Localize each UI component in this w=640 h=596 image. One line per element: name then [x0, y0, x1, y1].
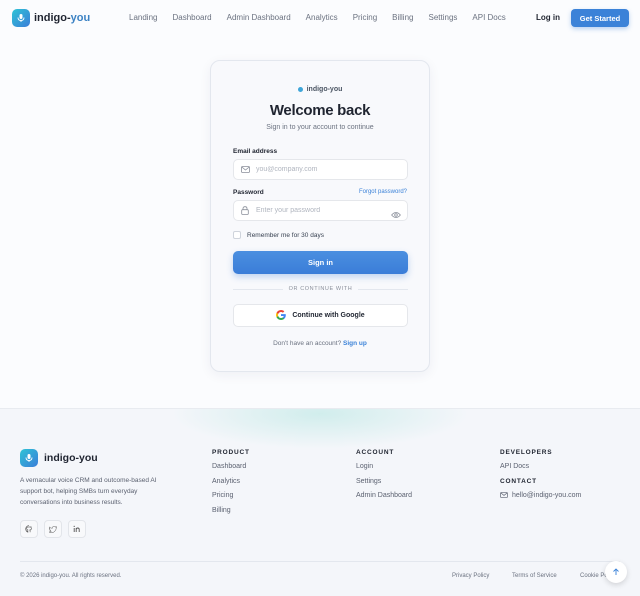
remember-me[interactable]: Remember me for 30 days	[233, 231, 324, 239]
footer-brand[interactable]: indigo-you	[20, 449, 98, 467]
footer-link-admin-dashboard[interactable]: Admin Dashboard	[356, 492, 412, 501]
arrow-up-icon	[612, 568, 620, 576]
lock-icon	[234, 206, 256, 215]
get-started-button[interactable]: Get Started	[571, 9, 629, 27]
footer-glow	[170, 409, 470, 449]
github-icon[interactable]	[20, 520, 38, 538]
top-nav: indigo-you Landing Dashboard Admin Dashb…	[0, 0, 640, 36]
footer-developers-column: DEVELOPERS API Docs CONTACT hello@indigo…	[500, 449, 581, 499]
mic-icon	[12, 9, 30, 27]
password-field[interactable]	[233, 200, 408, 221]
footer-link-settings[interactable]: Settings	[356, 478, 412, 487]
google-label: Continue with Google	[292, 312, 365, 319]
footer-link-api-docs[interactable]: API Docs	[500, 463, 581, 472]
password-input[interactable]	[256, 207, 386, 214]
sign-in-button[interactable]: Sign in	[233, 251, 408, 274]
mail-icon	[234, 166, 256, 173]
nav-settings[interactable]: Settings	[428, 13, 457, 22]
password-label: Password	[233, 189, 264, 196]
main-nav: Landing Dashboard Admin Dashboard Analyt…	[129, 13, 521, 22]
signup-row: Don't have an account? Sign up	[211, 340, 429, 347]
privacy-policy-link[interactable]: Privacy Policy	[452, 573, 489, 579]
brand-logo[interactable]: indigo-you	[12, 9, 90, 27]
contact-email-link[interactable]: hello@indigo-you.com	[500, 492, 581, 499]
linkedin-icon[interactable]	[68, 520, 86, 538]
footer-developers-heading: DEVELOPERS	[500, 449, 553, 456]
footer-link-dashboard[interactable]: Dashboard	[212, 463, 250, 472]
divider-label: OR CONTINUE WITH	[288, 286, 353, 292]
nav-dashboard[interactable]: Dashboard	[172, 13, 211, 22]
nav-api-docs[interactable]: API Docs	[472, 13, 505, 22]
copyright-text: © 2026 indigo-you. All rights reserved.	[20, 573, 122, 579]
footer-link-pricing[interactable]: Pricing	[212, 492, 250, 501]
signup-link[interactable]: Sign up	[343, 340, 367, 347]
google-signin-button[interactable]: Continue with Google	[233, 304, 408, 327]
footer-product-column: PRODUCT Dashboard Analytics Pricing Bill…	[212, 449, 250, 521]
nav-analytics[interactable]: Analytics	[306, 13, 338, 22]
footer-product-heading: PRODUCT	[212, 449, 250, 456]
card-brand-name: indigo-you	[306, 86, 343, 93]
email-label: Email address	[233, 148, 278, 155]
footer-brand-name: indigo-you	[44, 452, 98, 464]
divider-line-left	[233, 288, 283, 290]
mail-icon	[500, 492, 508, 498]
nav-billing[interactable]: Billing	[392, 13, 413, 22]
nav-pricing[interactable]: Pricing	[353, 13, 377, 22]
email-field[interactable]	[233, 159, 408, 180]
scroll-to-top-button[interactable]	[605, 561, 627, 583]
footer-contact-heading: CONTACT	[500, 477, 537, 485]
brand-dot-icon	[297, 87, 303, 92]
email-input[interactable]	[256, 166, 386, 173]
footer-account-column: ACCOUNT Login Settings Admin Dashboard	[356, 449, 412, 507]
nav-admin-dashboard[interactable]: Admin Dashboard	[227, 13, 291, 22]
footer-description: A vernacular voice CRM and outcome-based…	[20, 477, 157, 506]
forgot-password-link[interactable]: Forgot password?	[359, 189, 407, 195]
google-icon	[276, 307, 287, 325]
terms-of-service-link[interactable]: Terms of Service	[512, 573, 557, 579]
twitter-icon[interactable]	[44, 520, 62, 538]
login-link[interactable]: Log in	[536, 13, 560, 22]
eye-icon[interactable]	[391, 206, 401, 224]
remember-checkbox[interactable]	[233, 231, 241, 239]
mic-icon	[20, 449, 38, 467]
login-card: indigo-you Welcome back Sign in to your …	[210, 60, 430, 372]
footer-link-login[interactable]: Login	[356, 463, 412, 472]
divider-line-right	[358, 288, 408, 290]
divider: OR CONTINUE WITH	[233, 286, 408, 292]
footer-link-billing[interactable]: Billing	[212, 507, 250, 516]
footer-account-heading: ACCOUNT	[356, 449, 395, 456]
page-subtitle: Sign in to your account to continue	[266, 124, 374, 131]
signup-prompt: Don't have an account?	[273, 340, 342, 347]
page-title: Welcome back	[269, 102, 371, 119]
card-brand: indigo-you	[211, 86, 429, 93]
brand-name: indigo-you	[34, 12, 91, 24]
footer: indigo-you A vernacular voice CRM and ou…	[0, 408, 640, 596]
footer-divider	[20, 561, 620, 562]
contact-email: hello@indigo-you.com	[512, 491, 582, 499]
social-links	[20, 520, 92, 538]
footer-link-analytics[interactable]: Analytics	[212, 478, 250, 487]
remember-label: Remember me for 30 days	[247, 231, 324, 239]
nav-landing[interactable]: Landing	[129, 13, 157, 22]
